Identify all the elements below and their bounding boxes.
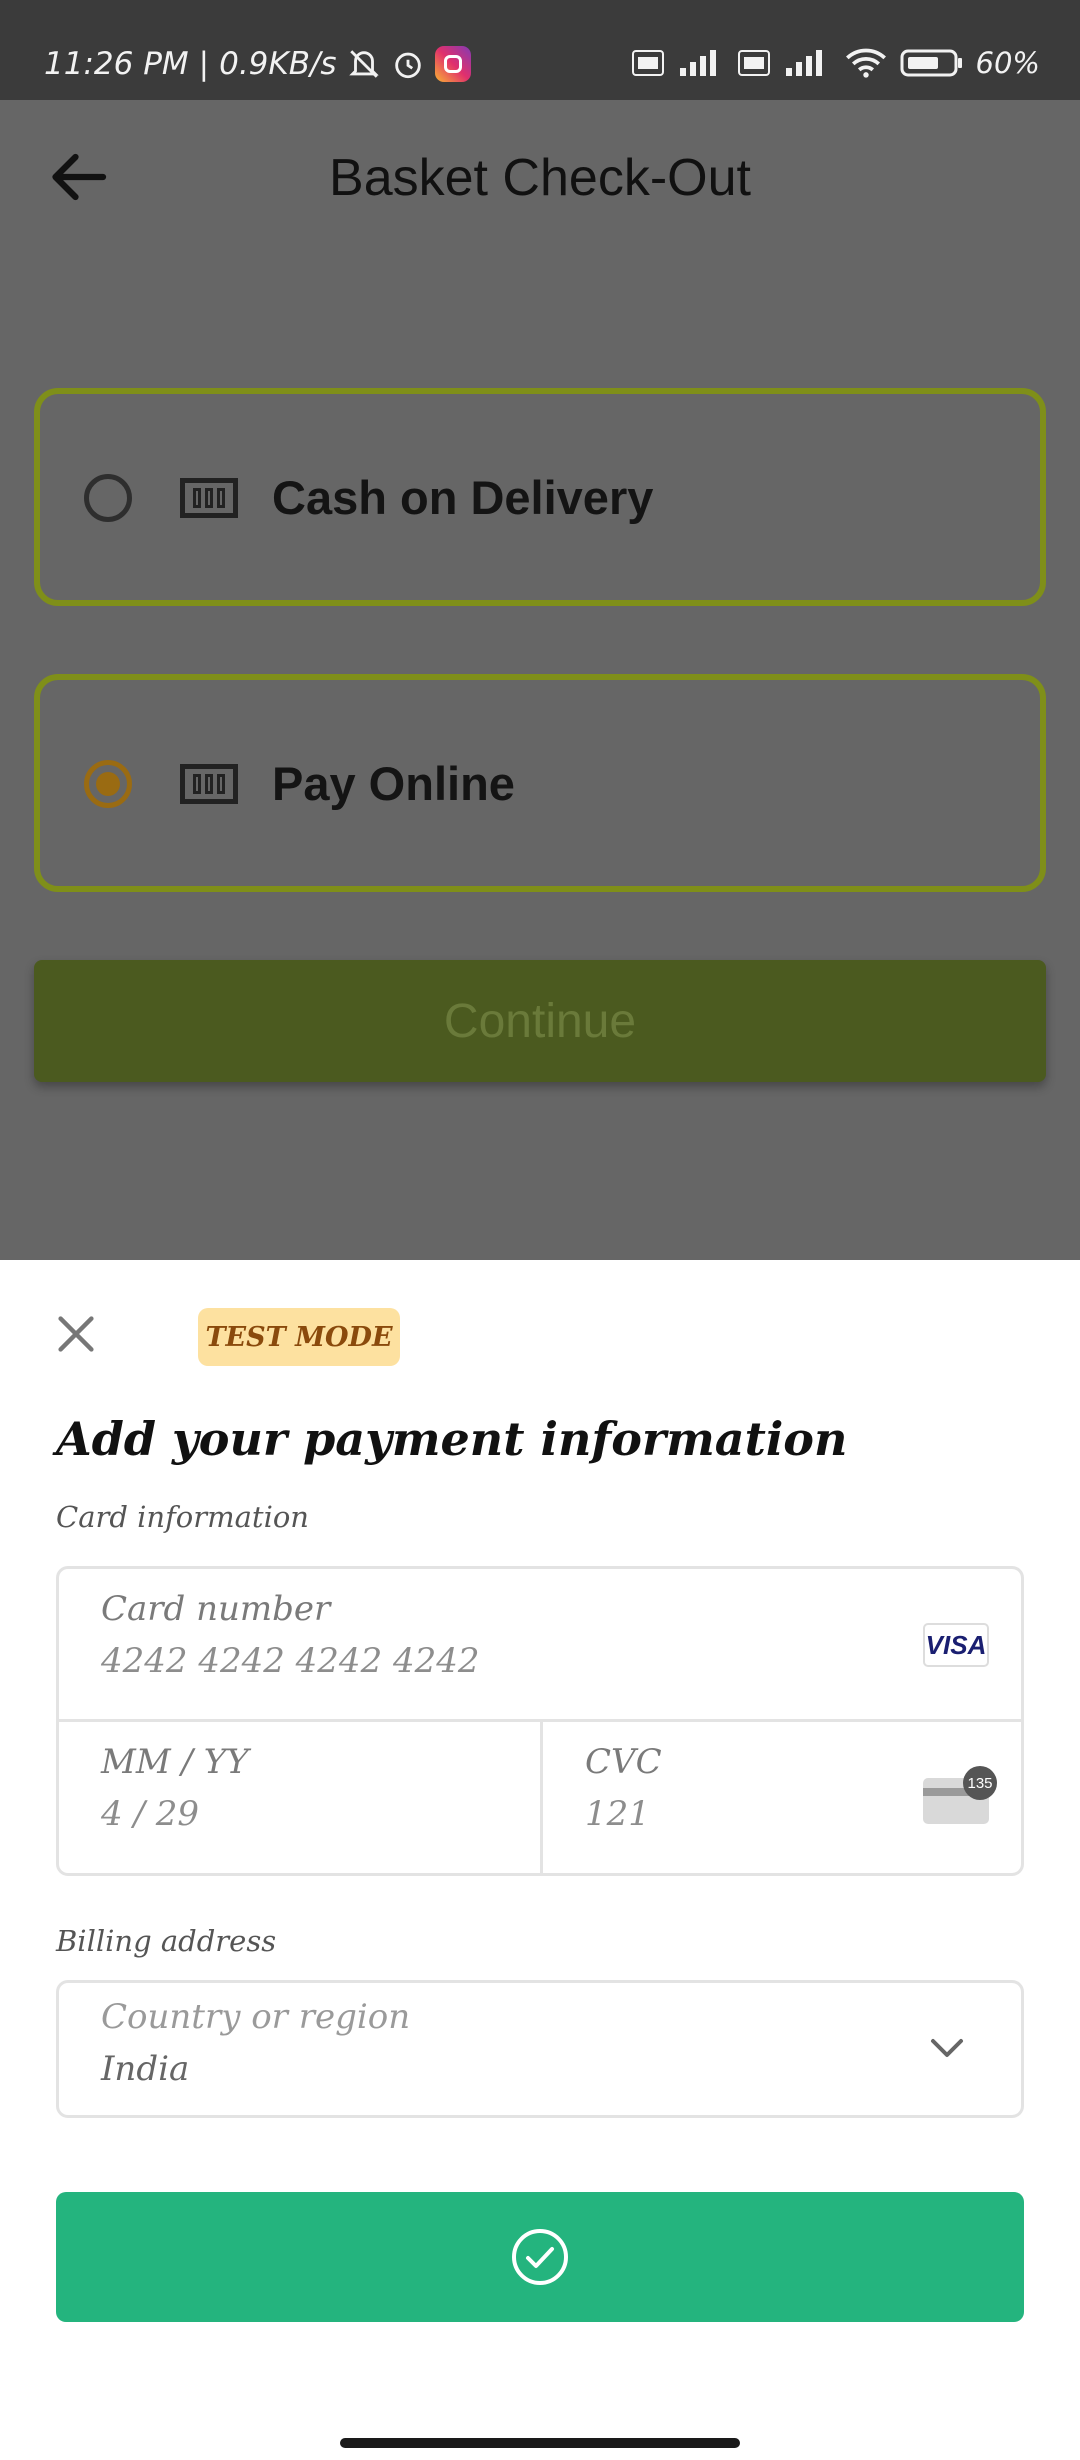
checkout-screen: Basket Check-Out Cash on Delivery Pay On…	[0, 100, 1080, 1260]
cvc-value[interactable]: 121	[585, 1794, 650, 1834]
cvc-field[interactable]: CVC 121 135	[543, 1722, 1021, 1873]
status-right: 60%	[631, 46, 1040, 80]
card-number-field[interactable]: Card number 4242 4242 4242 4242 VISA	[59, 1569, 1021, 1722]
battery-icon	[900, 49, 962, 77]
money-icon	[180, 764, 238, 804]
continue-button[interactable]: Continue	[34, 960, 1046, 1082]
page-title: Basket Check-Out	[329, 149, 751, 207]
radio-cash-on-delivery[interactable]	[84, 474, 132, 522]
home-indicator[interactable]	[340, 2438, 740, 2448]
card-back-icon: 135	[923, 1766, 997, 1824]
status-bar: 11:26 PM | 0.9KB/s 60%	[0, 0, 1080, 100]
option-label: Cash on Delivery	[272, 471, 654, 524]
cvc-label: CVC	[585, 1742, 662, 1782]
country-select[interactable]: Country or region India	[56, 1980, 1024, 2118]
billing-address-label: Billing address	[56, 1924, 277, 1958]
option-pay-online[interactable]: Pay Online	[34, 674, 1046, 892]
option-label: Pay Online	[272, 757, 515, 810]
mute-icon	[348, 50, 379, 78]
submit-payment-button[interactable]	[56, 2192, 1024, 2322]
wifi-icon	[845, 48, 886, 78]
battery-percent: 60%	[975, 46, 1040, 80]
status-speed: 0.9KB/s	[219, 46, 337, 82]
alarm-icon	[394, 52, 421, 79]
status-left: 11:26 PM | 0.9KB/s	[44, 46, 471, 82]
status-separator: |	[198, 46, 210, 82]
visa-icon: VISA	[923, 1623, 989, 1667]
status-time: 11:26 PM	[44, 46, 189, 82]
sheet-title: Add your payment information	[56, 1412, 848, 1466]
expiry-label: MM / YY	[101, 1742, 249, 1782]
volte-icon-2	[737, 50, 770, 76]
volte-icon	[631, 50, 664, 76]
radio-pay-online[interactable]	[84, 760, 132, 808]
payment-sheet: TEST MODE Add your payment information C…	[0, 1260, 1080, 2460]
cvc-badge: 135	[963, 1766, 997, 1800]
option-cash-on-delivery[interactable]: Cash on Delivery	[34, 388, 1046, 606]
expiry-value[interactable]: 4 / 29	[101, 1794, 199, 1834]
check-circle-icon	[512, 2229, 568, 2285]
card-number-label: Card number	[101, 1589, 331, 1629]
signal-icon-2	[785, 50, 822, 76]
country-value: India	[101, 2049, 190, 2089]
card-number-value[interactable]: 4242 4242 4242 4242	[101, 1641, 480, 1681]
expiry-field[interactable]: MM / YY 4 / 29	[59, 1722, 543, 1873]
close-icon[interactable]	[54, 1312, 98, 1356]
signal-icon	[679, 50, 716, 76]
chevron-down-icon	[931, 2039, 963, 2057]
instagram-icon	[434, 46, 471, 82]
money-icon	[180, 478, 238, 518]
country-label: Country or region	[101, 1997, 411, 2037]
test-mode-badge: TEST MODE	[198, 1308, 400, 1366]
card-information-label: Card information	[56, 1500, 309, 1534]
card-information-box: Card number 4242 4242 4242 4242 VISA MM …	[56, 1566, 1024, 1876]
